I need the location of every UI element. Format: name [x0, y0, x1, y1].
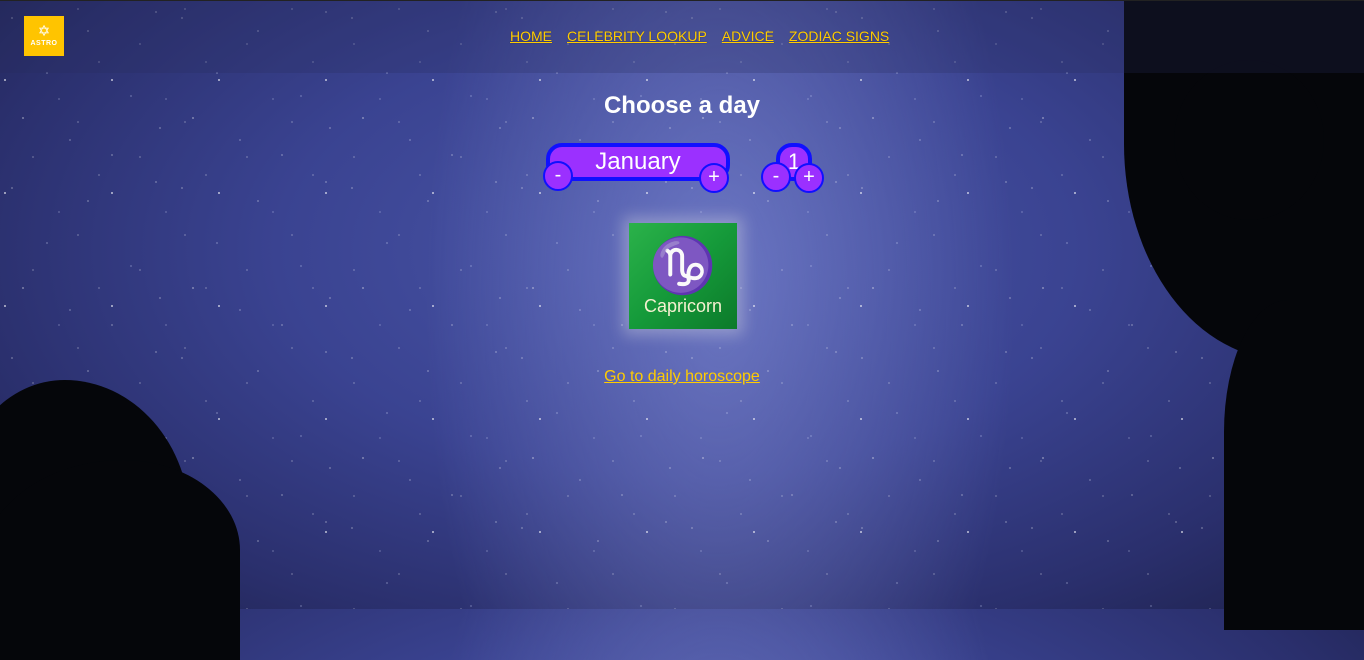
capricorn-icon: ♑	[649, 233, 717, 297]
tree-silhouette-left-lower	[0, 460, 240, 660]
daily-horoscope-container: Go to daily horoscope	[0, 368, 1364, 386]
nav-celebrity-lookup[interactable]: CELEBRITY LOOKUP	[567, 28, 707, 44]
month-increment-button[interactable]: +	[699, 163, 729, 193]
logo-text: ASTRO	[30, 40, 58, 47]
page-title: Choose a day	[603, 92, 761, 119]
main-nav: HOME CELEBRITY LOOKUP ADVICE ZODIAC SIGN…	[510, 28, 904, 44]
nav-zodiac-signs[interactable]: ZODIAC SIGNS	[789, 28, 889, 44]
nav-advice[interactable]: ADVICE	[722, 28, 774, 44]
day-increment-button[interactable]: +	[794, 163, 824, 193]
zodiac-sign-image: ♑ Capricorn	[629, 223, 737, 329]
star-icon: ✡	[37, 23, 51, 40]
tree-silhouette-right-lower	[1224, 300, 1364, 630]
tree-silhouette-right-top	[1174, 60, 1324, 220]
month-decrement-button[interactable]: -	[543, 161, 573, 191]
zodiac-name: Capricorn	[643, 295, 723, 316]
daily-horoscope-link[interactable]: Go to daily horoscope	[604, 368, 760, 385]
astro-logo[interactable]: ✡ ASTRO	[24, 16, 64, 56]
header: ✡ ASTRO HOME CELEBRITY LOOKUP ADVICE ZOD…	[0, 0, 1364, 73]
day-decrement-button[interactable]: -	[761, 162, 791, 192]
nav-home[interactable]: HOME	[510, 28, 552, 44]
